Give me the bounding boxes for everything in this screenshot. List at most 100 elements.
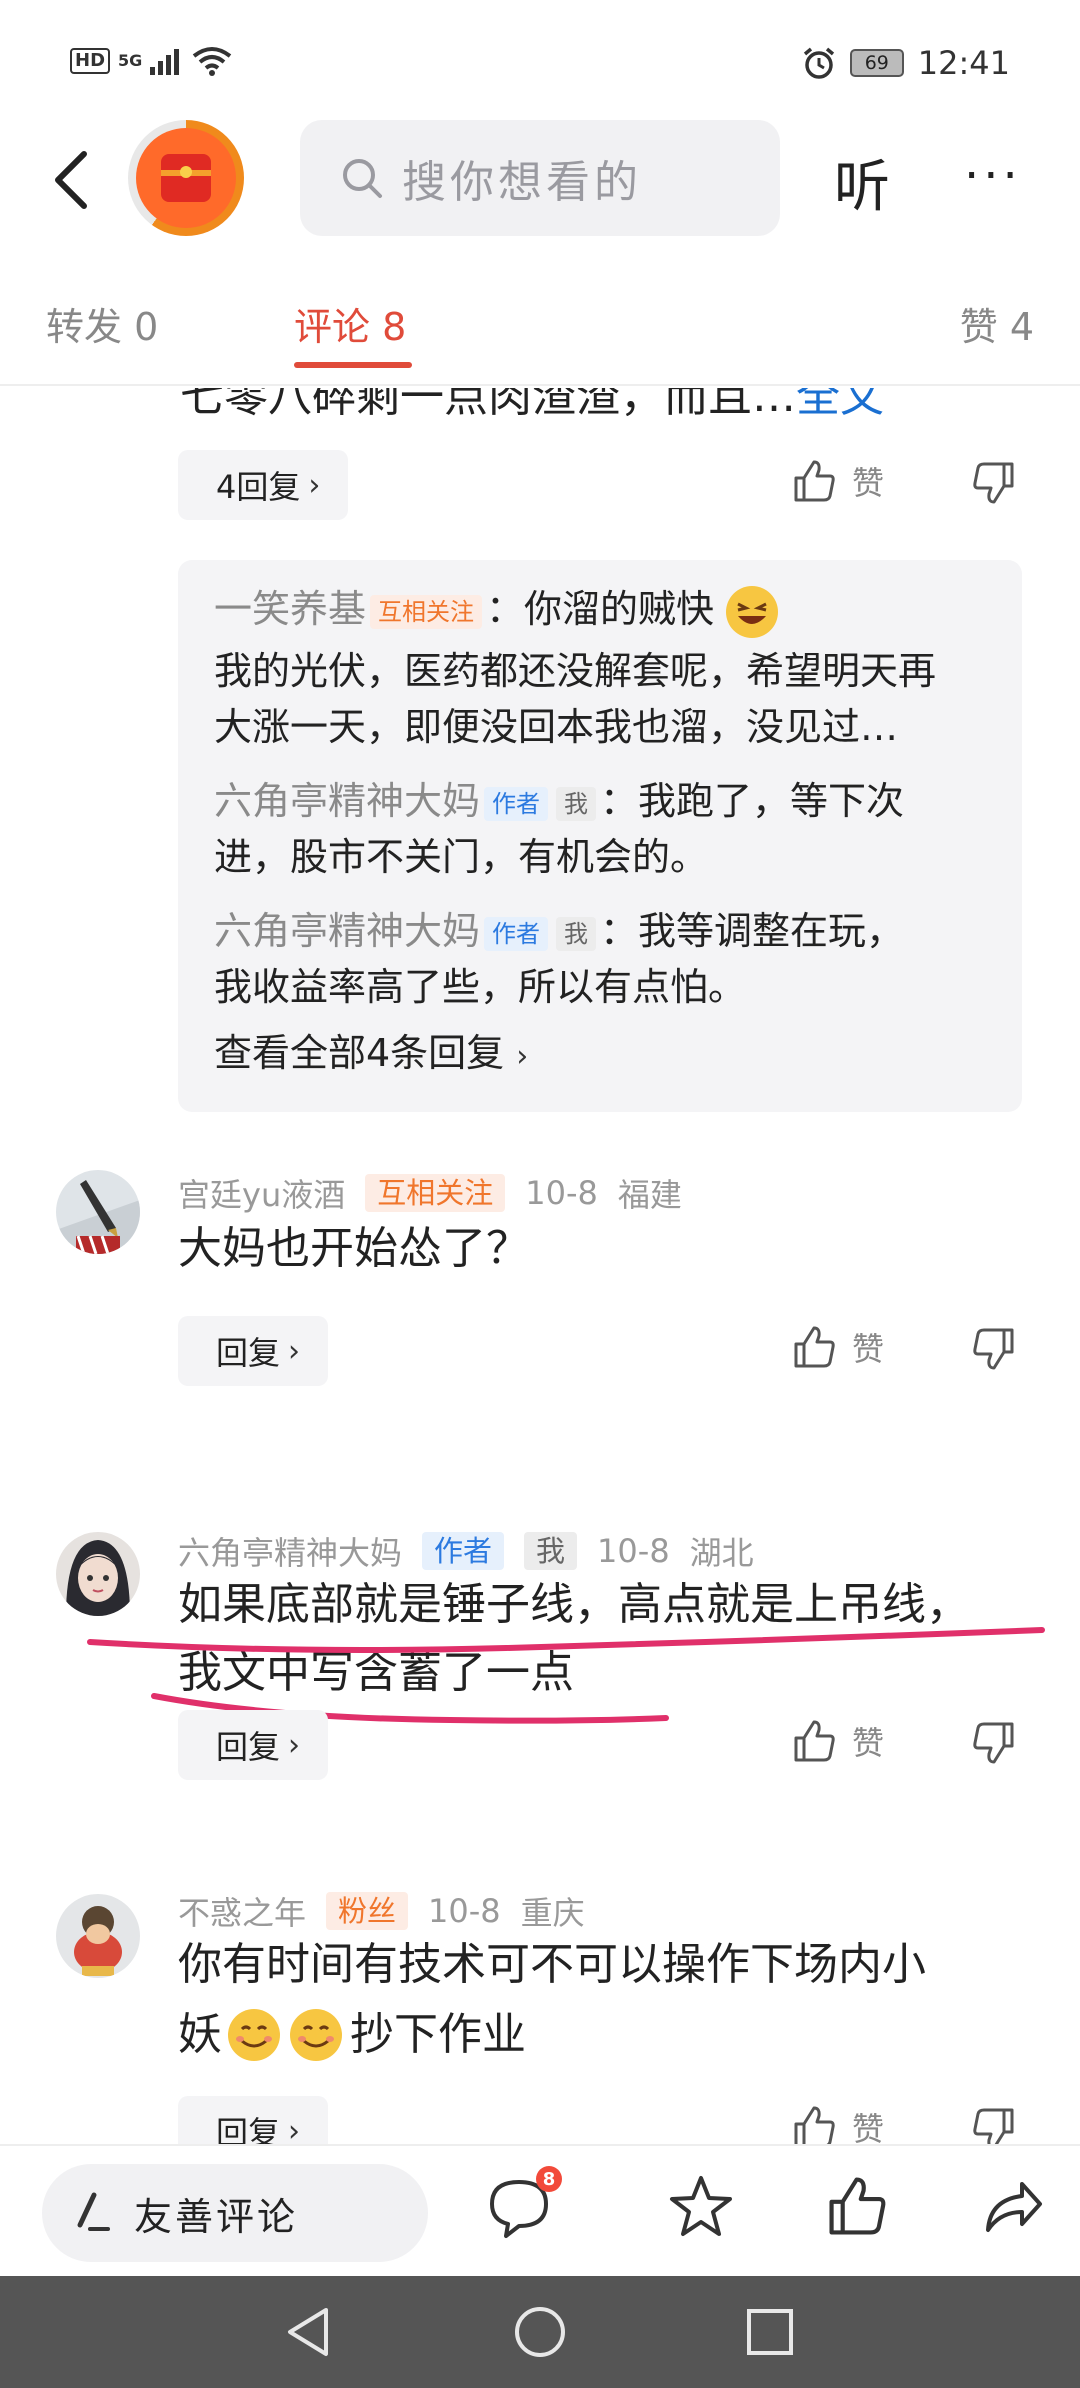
nested-reply-1-line3: 大涨一天，即便没回本我也溜，没见过… xyxy=(214,705,899,749)
comment-date: 10-8 xyxy=(525,1174,598,1212)
signal-5g-label: 5G xyxy=(118,51,143,70)
view-all-replies-link[interactable]: 查看全部4条回复 › xyxy=(214,1022,528,1077)
comment-item: 宫廷yu液酒 互相关注 10-8 福建 大妈也开始怂了？ 回复 › 赞 xyxy=(0,1170,1080,1510)
reply-button[interactable]: 回复 › xyxy=(178,1710,329,1780)
system-navigation-bar xyxy=(0,2276,1080,2388)
tab-bar: 转发 0 评论 8 赞 4 xyxy=(0,290,1080,386)
author-tag: 作者 xyxy=(484,916,549,951)
listen-button[interactable]: 听 xyxy=(834,142,890,223)
smile-emoji-icon xyxy=(228,2009,280,2061)
chevron-left-icon xyxy=(55,151,87,209)
reply-username[interactable]: 六角亭精神大妈 xyxy=(214,909,480,953)
pen-icon xyxy=(77,2192,110,2231)
nested-reply-2-line2: 进，股市不关门，有机会的。 xyxy=(214,835,709,879)
nested-replies[interactable]: 一笑养基 互相关注 ：你溜的贼快 我的光伏，医药都还没解套呢，希望明天再 大涨一天，… xyxy=(178,560,1022,1112)
chevron-right-icon: › xyxy=(288,1727,301,1763)
search-placeholder: 搜你想看的 xyxy=(402,157,642,208)
back-button[interactable] xyxy=(44,142,104,218)
hd-indicator: HD xyxy=(70,48,111,74)
me-tag: 我 xyxy=(556,786,597,821)
thumbs-up-icon[interactable] xyxy=(826,2174,890,2238)
comment-text-partial: 七零八碎剩一点肉渣渣，而且… xyxy=(180,388,796,422)
comment-meta: 宫廷yu液酒 互相关注 10-8 福建 xyxy=(178,1170,682,1216)
comment-list: 七零八碎剩一点肉渣渣，而且…全文 4回复 › 赞 一笑养基 互相关注 ：你溜的贼快 … xyxy=(0,388,1080,2144)
chevron-right-icon: › xyxy=(516,1039,529,1074)
red-packet-icon-bg xyxy=(136,128,236,228)
smile-emoji-icon xyxy=(290,2009,342,2061)
thumbs-up-icon xyxy=(794,2106,835,2144)
comment-item: 六角亭精神大妈 作者 我 10-8 湖北 如果底部就是锤子线，高点就是上吊线， … xyxy=(0,1528,1080,1888)
like-label: 赞 xyxy=(852,464,885,502)
wifi-icon xyxy=(193,47,232,76)
me-tag: 我 xyxy=(556,916,597,951)
mutual-follow-tag: 互相关注 xyxy=(365,1174,506,1212)
search-input[interactable]: 搜你想看的 xyxy=(300,120,780,236)
comment-location: 湖北 xyxy=(689,1534,754,1572)
write-comment-input[interactable]: 友善评论 xyxy=(42,2164,428,2262)
nested-reply-1-line2: 我的光伏，医药都还没解套呢，希望明天再 xyxy=(214,649,937,693)
author-tag: 作者 xyxy=(422,1532,505,1570)
reply-button[interactable]: 回复 › xyxy=(178,1316,329,1386)
nested-reply-1: 一笑养基 互相关注 ：你溜的贼快 xyxy=(214,578,779,638)
chevron-right-icon: › xyxy=(288,1333,301,1369)
comment-username[interactable]: 六角亭精神大妈 xyxy=(178,1528,402,1574)
mutual-follow-tag: 互相关注 xyxy=(370,594,483,629)
comment-meta: 不惑之年 粉丝 10-8 重庆 xyxy=(178,1888,585,1934)
tab-like[interactable]: 赞 4 xyxy=(960,296,1034,351)
more-options-button[interactable]: ··· xyxy=(964,148,1022,204)
nav-recents-icon[interactable] xyxy=(744,2304,796,2360)
like-button[interactable]: 赞 xyxy=(792,2104,884,2144)
like-button[interactable]: 赞 xyxy=(792,1324,884,1370)
reply-count-button[interactable]: 4回复 › xyxy=(178,450,349,520)
nested-reply-3-line2: 我收益率高了些，所以有点怕。 xyxy=(214,965,747,1009)
author-tag: 作者 xyxy=(484,786,549,821)
like-button[interactable]: 赞 xyxy=(792,458,884,504)
comment-meta: 六角亭精神大妈 作者 我 10-8 湖北 xyxy=(178,1528,754,1574)
comment-text-tail: 抄下作业 xyxy=(350,2009,526,2060)
fan-tag: 粉丝 xyxy=(326,1892,409,1930)
view-all-label: 查看全部4条回复 xyxy=(214,1031,505,1075)
status-bar: HD 5G 69 12:41 xyxy=(0,0,1080,120)
status-left: HD 5G xyxy=(70,46,232,76)
tab-comment[interactable]: 评论 8 xyxy=(294,296,406,351)
thumbs-down-icon[interactable] xyxy=(970,2106,1016,2144)
active-tab-indicator xyxy=(294,362,412,368)
nav-home-icon[interactable] xyxy=(512,2304,568,2360)
reply-label: 回复 xyxy=(216,1728,281,1766)
thumbs-up-icon xyxy=(794,460,835,502)
red-packet-progress-button[interactable] xyxy=(128,120,244,236)
thumbs-up-icon xyxy=(794,1326,835,1368)
comment-date: 10-8 xyxy=(428,1892,501,1930)
nav-back-icon[interactable] xyxy=(282,2304,334,2360)
comment-item: 不惑之年 粉丝 10-8 重庆 你有时间有技术可不可以操作下场内小 妖 抄下作业… xyxy=(0,1888,1080,2144)
like-label: 赞 xyxy=(852,1330,885,1368)
avatar[interactable] xyxy=(56,1532,140,1616)
comment-username[interactable]: 宫廷yu液酒 xyxy=(178,1170,345,1216)
reply-username[interactable]: 一笑养基 xyxy=(214,587,366,631)
red-packet-icon xyxy=(161,154,211,202)
avatar[interactable] xyxy=(56,1894,140,1978)
thumbs-down-icon[interactable] xyxy=(970,460,1016,506)
share-icon[interactable] xyxy=(982,2174,1044,2236)
status-right: 69 12:41 xyxy=(802,44,1010,82)
comment-text-line1: 你有时间有技术可不可以操作下场内小 xyxy=(178,1939,926,1990)
thumbs-down-icon[interactable] xyxy=(970,1720,1016,1766)
comment-count-badge: 8 xyxy=(536,2166,562,2192)
bottom-action-bar: 友善评论 8 xyxy=(0,2144,1080,2276)
laughing-emoji-icon xyxy=(726,585,779,638)
like-button[interactable]: 赞 xyxy=(792,1718,884,1764)
chevron-right-icon: › xyxy=(288,2113,301,2145)
star-icon[interactable] xyxy=(668,2174,734,2240)
top-header: 搜你想看的 听 ··· xyxy=(0,120,1080,240)
thumbs-down-icon[interactable] xyxy=(970,1326,1016,1372)
nested-reply-2: 六角亭精神大妈 作者我：我跑了，等下次 xyxy=(214,770,904,825)
avatar[interactable] xyxy=(56,1170,140,1254)
reply-count-label: 4回复 xyxy=(216,468,301,506)
reply-button[interactable]: 回复 › xyxy=(178,2096,329,2145)
me-tag: 我 xyxy=(524,1532,578,1570)
chevron-right-icon: › xyxy=(308,467,321,503)
tab-forward[interactable]: 转发 0 xyxy=(46,296,158,351)
full-text-link[interactable]: 全文 xyxy=(796,388,884,422)
comment-username[interactable]: 不惑之年 xyxy=(178,1888,306,1934)
reply-username[interactable]: 六角亭精神大妈 xyxy=(214,779,480,823)
